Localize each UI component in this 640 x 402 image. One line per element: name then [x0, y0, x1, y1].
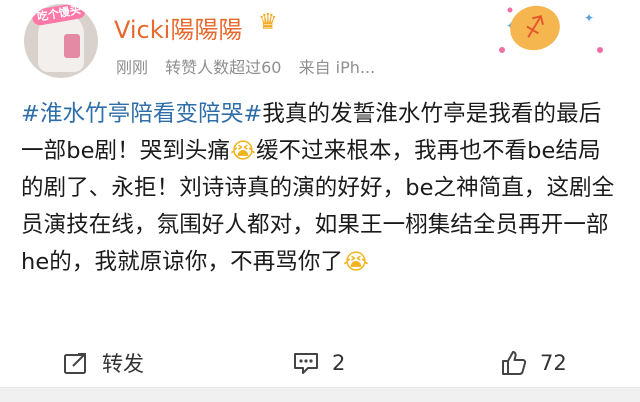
crying-face-icon: 😭 [230, 139, 256, 164]
svg-text:✦: ✦ [584, 11, 594, 25]
bottom-separator [0, 387, 640, 402]
username[interactable]: Vicki陽陽陽 [114, 10, 242, 45]
avatar-phone [64, 34, 80, 58]
reposts-note: 转赞人数超过60 [165, 58, 282, 77]
like-button[interactable]: 72 [500, 342, 567, 384]
post-meta: 刚刚 转赞人数超过60 来自 iPh... [116, 54, 387, 78]
thumbs-up-icon [502, 351, 527, 375]
post-source: 来自 iPh... [298, 58, 376, 77]
crying-face-icon: 😭 [343, 250, 369, 275]
post-text: #淮水竹亭陪看变陪哭#我真的发誓淮水竹亭是我看的最后一部be剧！哭到头痛😭缓不过… [21, 96, 621, 281]
comment-count: 2 [332, 351, 346, 375]
comment-button[interactable]: 2 [292, 342, 345, 384]
post-time: 刚刚 [116, 58, 149, 77]
comment-icon [294, 353, 318, 374]
repost-label: 转发 [102, 352, 144, 376]
crown-icon: ♛ [258, 10, 278, 35]
repost-icon [64, 353, 86, 374]
like-count: 72 [540, 351, 567, 375]
repost-button[interactable]: 转发 [62, 342, 144, 384]
post-hashtag[interactable]: #淮水竹亭陪看变陪哭# [21, 101, 262, 127]
avatar[interactable]: 吃个馒头 [24, 4, 98, 78]
action-bar: 转发 2 72 [0, 342, 640, 384]
